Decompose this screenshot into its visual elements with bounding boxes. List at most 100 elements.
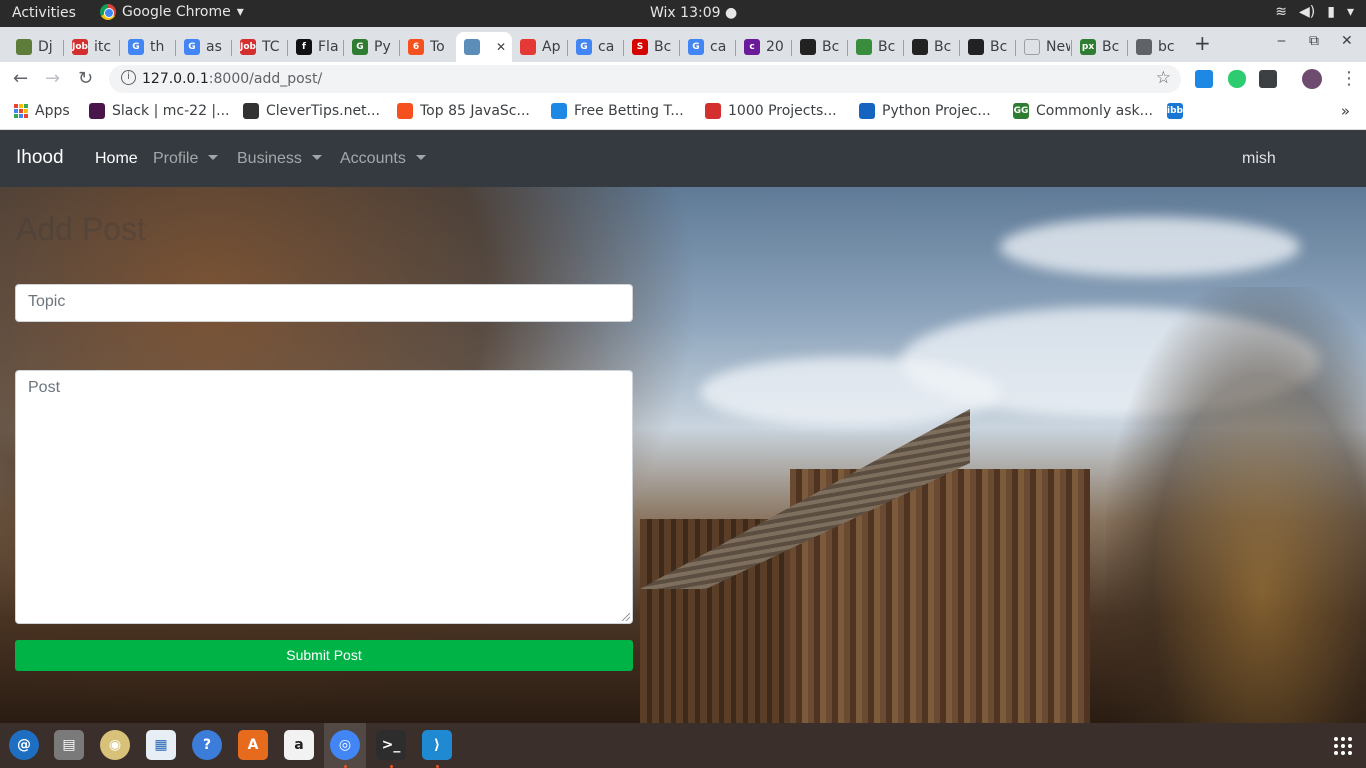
tab-title: Py: [374, 39, 391, 55]
tab-favicon-icon: [16, 39, 32, 55]
browser-tab[interactable]: ✕: [456, 32, 512, 62]
browser-tab[interactable]: New T: [1016, 32, 1070, 62]
browser-tab[interactable]: S Bc: [624, 32, 678, 62]
bookmark-label: Top 85 JavaSc...: [420, 103, 530, 119]
power-menu-icon: ▾: [1346, 4, 1354, 20]
tab-title: Dj: [38, 39, 53, 55]
nav-home[interactable]: Home: [95, 150, 138, 168]
browser-tab[interactable]: Bc: [848, 32, 902, 62]
close-window-button[interactable]: ✕: [1341, 33, 1353, 49]
bookmark-item[interactable]: Slack | mc-22 |...: [89, 103, 230, 119]
resize-handle-icon[interactable]: [622, 613, 630, 621]
browser-tab[interactable]: Job itc: [64, 32, 118, 62]
browser-tab[interactable]: Gas: [176, 32, 230, 62]
tab-favicon-icon: 6: [408, 39, 424, 55]
bookmark-favicon-icon: [89, 103, 105, 119]
vscode-icon[interactable]: ⟩: [422, 730, 452, 760]
system-top-bar: Activities Google Chrome ▾ Wix 13:09 ● ≋…: [0, 0, 1366, 27]
browser-tab[interactable]: Job TC: [232, 32, 286, 62]
browser-tab[interactable]: Gca: [568, 32, 622, 62]
bookmark-favicon-icon: [705, 103, 721, 119]
reload-icon[interactable]: ↻: [78, 68, 93, 89]
show-applications-icon[interactable]: [1334, 737, 1352, 755]
browser-tab[interactable]: Ap: [512, 32, 566, 62]
software-center-icon[interactable]: A: [238, 730, 268, 760]
tab-favicon-icon: [520, 39, 536, 55]
new-tab-button[interactable]: +: [1194, 31, 1211, 55]
tab-strip: Dj Job itc Gth Gas Job TC f Fla G Py 6 To ✕ Ap Gca S Bc Gc…: [0, 27, 1366, 62]
web-page: Ihood Home Profile Business Accounts mis…: [0, 131, 1366, 723]
bookmark-star-icon[interactable]: ☆: [1156, 68, 1171, 88]
shield-extension-icon[interactable]: [1228, 70, 1246, 88]
chevron-down-icon: [208, 155, 219, 160]
bookmark-item[interactable]: Apps: [14, 103, 70, 119]
app-menu[interactable]: Google Chrome ▾: [100, 4, 244, 20]
browser-tab[interactable]: px Bc: [1072, 32, 1126, 62]
browser-toolbar: ← → ↻ i 127.0.0.1:8000/add_post/ ☆ ⋮: [0, 62, 1366, 96]
bookmark-item[interactable]: GG Commonly ask...: [1013, 103, 1153, 119]
browser-tab[interactable]: G Py: [344, 32, 398, 62]
browser-tab[interactable]: Bc: [960, 32, 1014, 62]
minimize-button[interactable]: ‒: [1277, 33, 1286, 49]
submit-post-button[interactable]: Submit Post: [15, 640, 633, 671]
tab-favicon-icon: Job: [72, 39, 88, 55]
browser-tab[interactable]: Gth: [120, 32, 174, 62]
amazon-icon[interactable]: a: [284, 730, 314, 760]
browser-tab[interactable]: f Fla: [288, 32, 342, 62]
rhythmbox-icon[interactable]: ◉: [100, 730, 130, 760]
bookmark-label: CleverTips.net...: [266, 103, 380, 119]
chrome-menu-icon[interactable]: ⋮: [1340, 68, 1358, 89]
topic-input[interactable]: Topic: [15, 284, 633, 322]
taskbar-dock: @ ▤ ◉ ▦? Aa ◎ >_ ⟩: [0, 723, 1366, 768]
download-extension-icon[interactable]: [1195, 70, 1213, 88]
clock[interactable]: Wix 13:09 ●: [650, 5, 737, 21]
browser-tab[interactable]: Bc: [904, 32, 958, 62]
restore-button[interactable]: ⧉: [1309, 33, 1319, 49]
tab-favicon-icon: S: [632, 39, 648, 55]
tab-title: Ap: [542, 39, 561, 55]
bookmark-favicon-icon: ibb: [1167, 103, 1183, 119]
bookmark-item[interactable]: Python Projec...: [859, 103, 991, 119]
address-bar[interactable]: i 127.0.0.1:8000/add_post/ ☆: [109, 65, 1181, 93]
site-info-icon[interactable]: i: [121, 70, 136, 85]
browser-tab[interactable]: Dj: [8, 32, 62, 62]
nav-profile[interactable]: Profile: [153, 150, 219, 168]
tab-title: Bc: [822, 39, 840, 55]
bookmark-item[interactable]: CleverTips.net...: [243, 103, 380, 119]
tab-title: Bc: [934, 39, 952, 55]
forward-arrow-icon[interactable]: →: [45, 68, 60, 89]
bookmark-item[interactable]: Top 85 JavaSc...: [397, 103, 530, 119]
files-icon[interactable]: ▤: [54, 730, 84, 760]
close-tab-icon[interactable]: ✕: [496, 40, 506, 54]
site-brand[interactable]: Ihood: [16, 147, 64, 169]
user-name[interactable]: mish: [1242, 150, 1276, 168]
chevron-down-icon: ▾: [236, 4, 244, 20]
site-navbar: Ihood Home Profile Business Accounts mis…: [0, 131, 1366, 187]
libreoffice-writer-icon[interactable]: ▦: [146, 730, 176, 760]
tab-title: Fla: [318, 39, 339, 55]
browser-tab[interactable]: 6 To: [400, 32, 454, 62]
bookmark-item[interactable]: Free Betting T...: [551, 103, 684, 119]
post-textarea[interactable]: Post: [15, 370, 633, 624]
nav-business[interactable]: Business: [237, 150, 322, 168]
browser-tab[interactable]: Gca: [680, 32, 734, 62]
more-bookmarks-icon[interactable]: »: [1341, 102, 1350, 120]
activities-button[interactable]: Activities: [12, 5, 76, 21]
help-icon[interactable]: ?: [192, 730, 222, 760]
bookmark-item[interactable]: ibb: [1167, 103, 1190, 119]
back-arrow-icon[interactable]: ←: [13, 68, 28, 89]
bookmark-favicon-icon: GG: [1013, 103, 1029, 119]
terminal-icon[interactable]: >_: [376, 730, 406, 760]
browser-tab[interactable]: bc: [1128, 32, 1182, 62]
profile-avatar[interactable]: [1302, 69, 1322, 89]
system-tray[interactable]: ≋ ◀) ▮ ▾: [1275, 4, 1354, 20]
browser-tab[interactable]: c 20: [736, 32, 790, 62]
cube-extension-icon[interactable]: [1259, 70, 1277, 88]
bookmark-item[interactable]: 1000 Projects...: [705, 103, 837, 119]
bookmark-label: Commonly ask...: [1036, 103, 1154, 119]
thunderbird-icon[interactable]: @: [9, 730, 39, 760]
browser-tab[interactable]: Bc: [792, 32, 846, 62]
chrome-icon[interactable]: ◎: [330, 730, 360, 760]
nav-accounts[interactable]: Accounts: [340, 150, 426, 168]
tab-title: as: [206, 39, 222, 55]
